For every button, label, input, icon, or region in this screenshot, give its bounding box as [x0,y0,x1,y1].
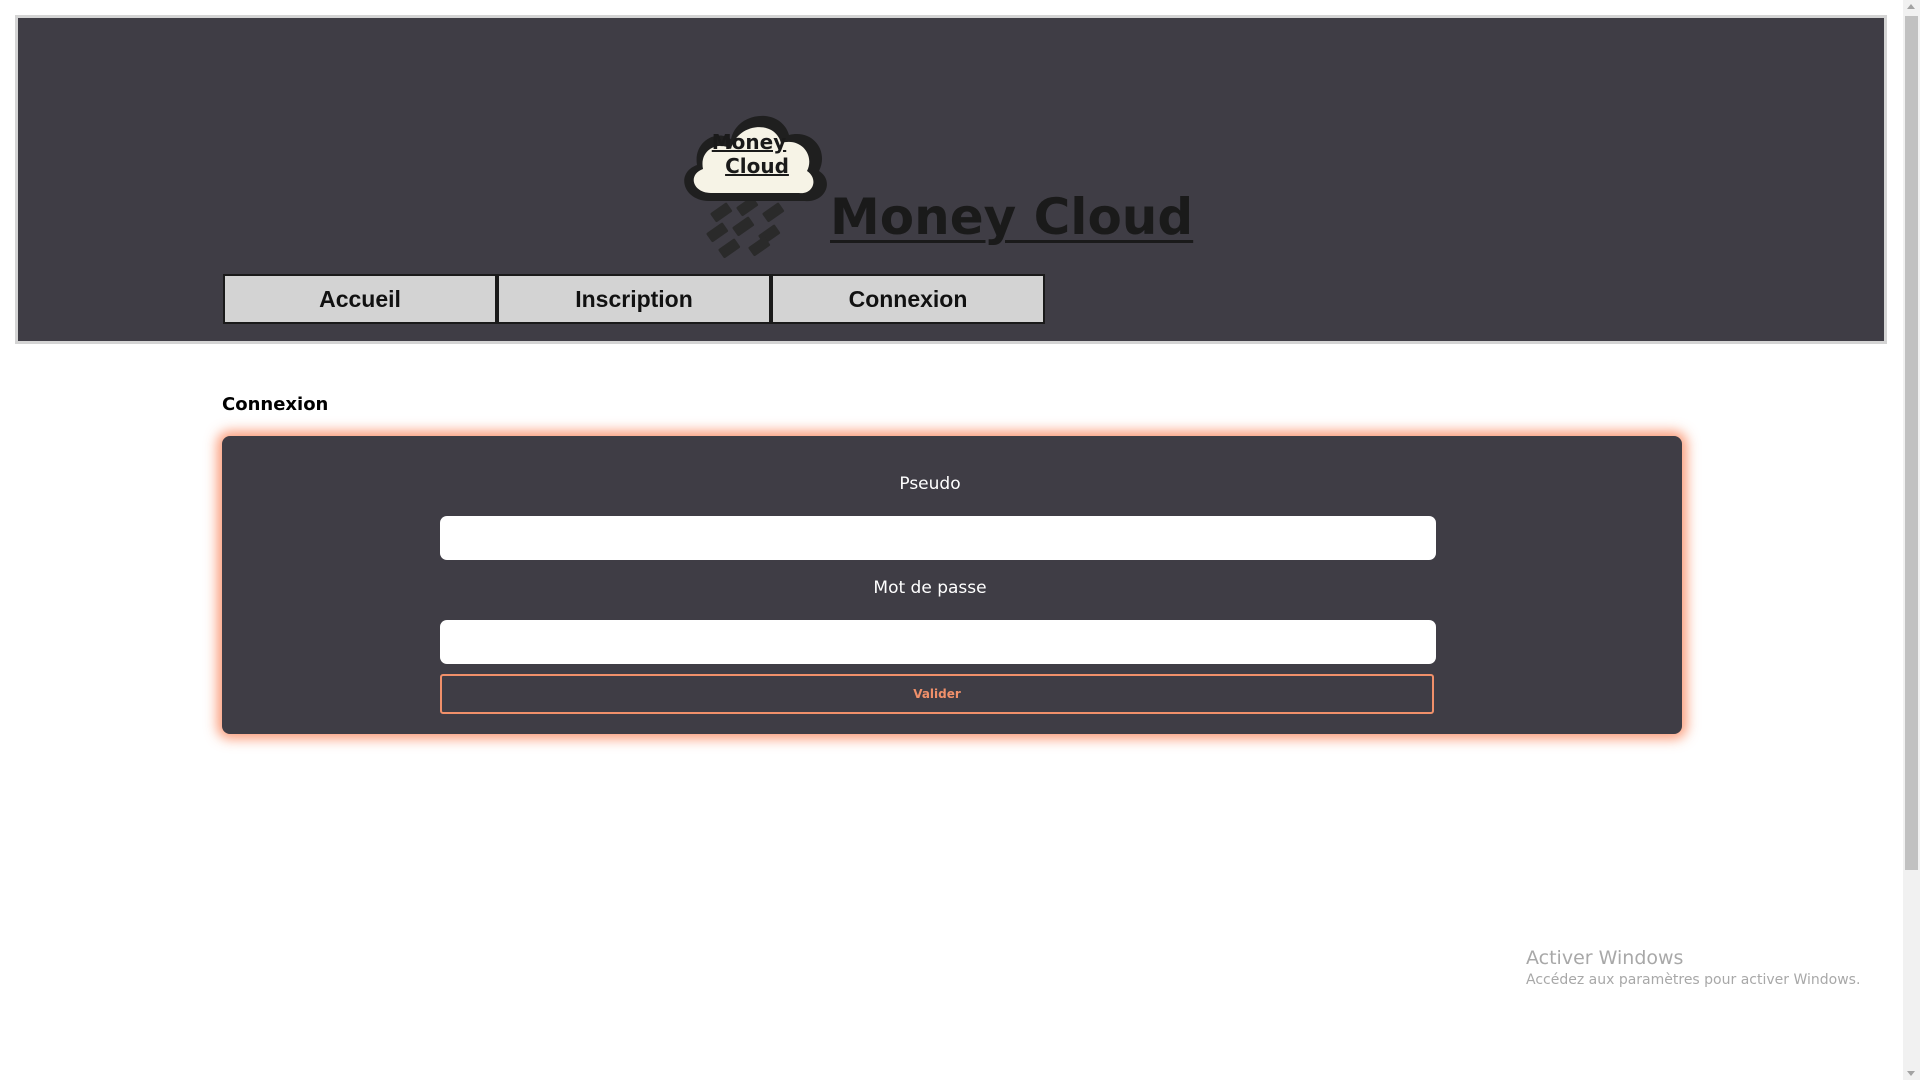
windows-activation-watermark: Activer Windows Accédez aux paramètres p… [1526,946,1860,990]
page-title: Connexion [222,394,329,415]
login-form: Pseudo Mot de passe Valider [222,436,1682,734]
logo-text-cloud: Cloud [725,154,789,178]
banknotes-icon [706,196,785,259]
logo-text-money: Money [712,130,786,154]
site-header: Money Cloud Money Cloud Accueil Inscript… [15,15,1887,344]
scroll-down-arrow-icon[interactable] [1907,1071,1915,1076]
nav-inscription-button[interactable]: Inscription [497,274,771,324]
username-label: Pseudo [899,474,961,494]
watermark-subtitle: Accédez aux paramètres pour activer Wind… [1526,972,1861,988]
site-title[interactable]: Money Cloud [830,188,1193,246]
username-field[interactable] [440,516,1436,560]
watermark-title: Activer Windows [1526,947,1684,969]
scroll-up-arrow-icon[interactable] [1907,4,1915,9]
main-nav: Accueil Inscription Connexion [223,274,1045,324]
vertical-scrollbar[interactable] [1903,0,1920,1080]
scrollbar-thumb[interactable] [1905,16,1918,870]
password-field[interactable] [440,620,1436,664]
page: Money Cloud Money Cloud Accueil Inscript… [0,0,1920,1080]
money-cloud-logo[interactable]: Money Cloud [669,89,839,259]
nav-accueil-button[interactable]: Accueil [223,274,497,324]
submit-button[interactable]: Valider [440,674,1434,714]
nav-connexion-button[interactable]: Connexion [771,274,1045,324]
password-label: Mot de passe [873,578,987,598]
